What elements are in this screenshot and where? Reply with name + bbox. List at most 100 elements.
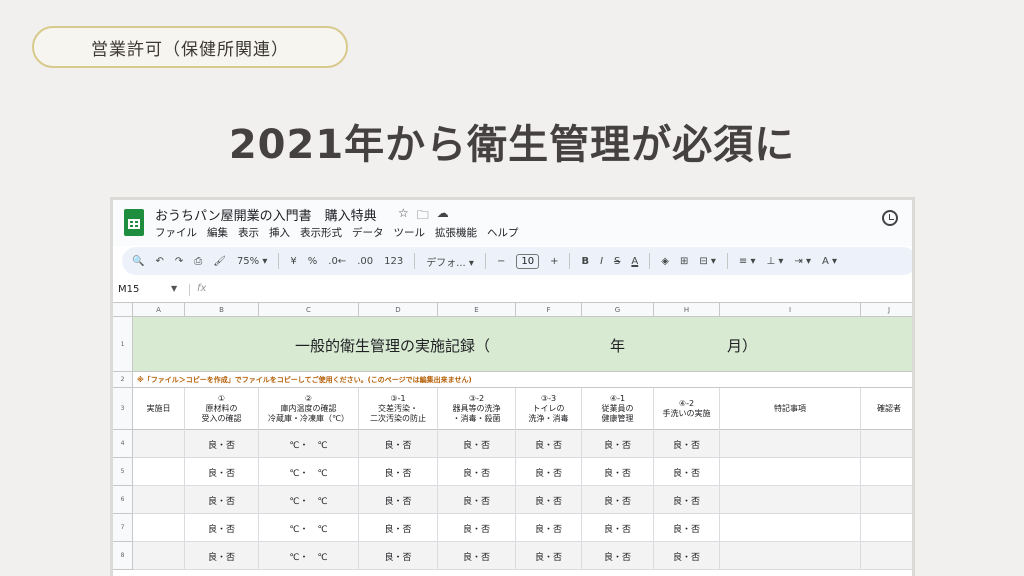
row-header-5[interactable]: 5 xyxy=(113,458,133,486)
move-folder-icon[interactable]: 🗀 xyxy=(417,206,429,227)
check-cell[interactable]: 良・否 xyxy=(654,514,720,542)
check-cell[interactable]: 良・否 xyxy=(438,542,516,570)
paint-format-icon[interactable]: 🖌 xyxy=(213,256,226,267)
menu-item[interactable]: ヘルプ xyxy=(487,225,519,240)
check-cell[interactable]: 良・否 xyxy=(359,486,438,514)
check-cell[interactable]: 良・否 xyxy=(654,430,720,458)
check-cell[interactable]: 良・否 xyxy=(582,430,654,458)
check-cell[interactable]: 良・否 xyxy=(185,542,259,570)
redo-icon[interactable]: ↷ xyxy=(175,256,183,267)
font-size-input[interactable]: 10 xyxy=(516,253,540,269)
check-cell[interactable]: 良・否 xyxy=(185,486,259,514)
horizontal-align-icon[interactable]: ≡ ▾ xyxy=(739,256,756,267)
menu-item[interactable]: ツール xyxy=(394,225,426,240)
decrease-decimal-button[interactable]: .0← xyxy=(328,256,346,267)
check-cell[interactable]: 良・否 xyxy=(516,430,582,458)
merge-cells-icon[interactable]: ⊟ ▾ xyxy=(699,256,716,267)
empty-cell[interactable] xyxy=(133,430,185,458)
strikethrough-button[interactable]: S xyxy=(614,256,620,267)
text-color-button[interactable]: A xyxy=(631,256,638,267)
title-row[interactable]: 一般的衛生管理の実施記録（ 年 月） xyxy=(133,317,912,372)
menu-item[interactable]: 表示 xyxy=(238,225,259,240)
column-header-g[interactable]: G xyxy=(582,303,654,317)
table-row[interactable]: 良・否 ℃・ ℃ 良・否 良・否 良・否 良・否 良・否 xyxy=(133,514,912,542)
empty-cell[interactable] xyxy=(720,514,861,542)
check-cell[interactable]: 良・否 xyxy=(438,458,516,486)
font-select[interactable]: デフォ... ▾ xyxy=(426,254,474,269)
check-cell[interactable]: 良・否 xyxy=(654,458,720,486)
check-cell[interactable]: 良・否 xyxy=(516,542,582,570)
temperature-cell[interactable]: ℃・ ℃ xyxy=(259,486,359,514)
check-cell[interactable]: 良・否 xyxy=(438,486,516,514)
row-header-4[interactable]: 4 xyxy=(113,430,133,458)
empty-cell[interactable] xyxy=(861,514,912,542)
row-header-7[interactable]: 7 xyxy=(113,514,133,542)
check-cell[interactable]: 良・否 xyxy=(438,514,516,542)
check-cell[interactable]: 良・否 xyxy=(185,430,259,458)
column-header-j[interactable]: J xyxy=(861,303,912,317)
temperature-cell[interactable]: ℃・ ℃ xyxy=(259,542,359,570)
row-header-8[interactable]: 8 xyxy=(113,542,133,570)
check-cell[interactable]: 良・否 xyxy=(582,514,654,542)
chevron-down-icon[interactable]: ▼ xyxy=(171,284,177,293)
search-menus-icon[interactable]: 🔍 xyxy=(132,256,144,267)
column-header-c[interactable]: C xyxy=(259,303,359,317)
menu-item[interactable]: 編集 xyxy=(207,225,228,240)
empty-cell[interactable] xyxy=(861,486,912,514)
table-row[interactable]: 良・否 ℃・ ℃ 良・否 良・否 良・否 良・否 良・否 xyxy=(133,430,912,458)
zoom-select[interactable]: 75% ▾ xyxy=(237,256,267,267)
temperature-cell[interactable]: ℃・ ℃ xyxy=(259,458,359,486)
star-icon[interactable]: ☆ xyxy=(398,206,409,227)
empty-cell[interactable] xyxy=(720,486,861,514)
check-cell[interactable]: 良・否 xyxy=(654,486,720,514)
empty-cell[interactable] xyxy=(133,486,185,514)
empty-cell[interactable] xyxy=(133,542,185,570)
check-cell[interactable]: 良・否 xyxy=(359,514,438,542)
menu-item[interactable]: データ xyxy=(352,225,384,240)
check-cell[interactable]: 良・否 xyxy=(359,542,438,570)
temperature-cell[interactable]: ℃・ ℃ xyxy=(259,430,359,458)
check-cell[interactable]: 良・否 xyxy=(185,458,259,486)
table-row[interactable]: 良・否 ℃・ ℃ 良・否 良・否 良・否 良・否 良・否 xyxy=(133,458,912,486)
increase-font-size-button[interactable]: + xyxy=(550,256,558,267)
column-header-d[interactable]: D xyxy=(359,303,438,317)
empty-cell[interactable] xyxy=(861,542,912,570)
check-cell[interactable]: 良・否 xyxy=(654,542,720,570)
check-cell[interactable]: 良・否 xyxy=(582,542,654,570)
menu-item[interactable]: 挿入 xyxy=(269,225,290,240)
table-row[interactable]: 良・否 ℃・ ℃ 良・否 良・否 良・否 良・否 良・否 xyxy=(133,542,912,570)
empty-cell[interactable] xyxy=(720,542,861,570)
empty-cell[interactable] xyxy=(720,458,861,486)
increase-decimal-button[interactable]: .00 xyxy=(357,256,373,267)
number-format-button[interactable]: 123 xyxy=(384,256,403,267)
temperature-cell[interactable]: ℃・ ℃ xyxy=(259,514,359,542)
empty-cell[interactable] xyxy=(861,430,912,458)
column-header-i[interactable]: I xyxy=(720,303,861,317)
print-icon[interactable]: ⎙ xyxy=(194,256,202,267)
cloud-status-icon[interactable]: ☁ xyxy=(437,206,449,227)
fill-color-icon[interactable]: ◈ xyxy=(661,256,669,267)
empty-cell[interactable] xyxy=(133,458,185,486)
check-cell[interactable]: 良・否 xyxy=(516,486,582,514)
vertical-align-icon[interactable]: ⊥ ▾ xyxy=(766,256,783,267)
check-cell[interactable]: 良・否 xyxy=(582,486,654,514)
check-cell[interactable]: 良・否 xyxy=(582,458,654,486)
menu-item[interactable]: ファイル xyxy=(155,225,197,240)
sheets-logo-icon[interactable] xyxy=(124,209,144,236)
column-header-f[interactable]: F xyxy=(516,303,582,317)
check-cell[interactable]: 良・否 xyxy=(516,514,582,542)
empty-cell[interactable] xyxy=(133,514,185,542)
row-header-2[interactable]: 2 xyxy=(113,372,133,388)
percent-format-button[interactable]: % xyxy=(308,256,318,267)
currency-format-button[interactable]: ¥ xyxy=(290,256,296,267)
undo-icon[interactable]: ↶ xyxy=(155,256,163,267)
italic-button[interactable]: I xyxy=(600,256,603,267)
column-header-b[interactable]: B xyxy=(185,303,259,317)
column-header-a[interactable]: A xyxy=(133,303,185,317)
select-all-corner[interactable] xyxy=(113,303,133,317)
check-cell[interactable]: 良・否 xyxy=(359,430,438,458)
borders-icon[interactable]: ⊞ xyxy=(680,256,688,267)
row-header-3[interactable]: 3 xyxy=(113,388,133,430)
menu-item[interactable]: 拡張機能 xyxy=(435,225,477,240)
check-cell[interactable]: 良・否 xyxy=(516,458,582,486)
